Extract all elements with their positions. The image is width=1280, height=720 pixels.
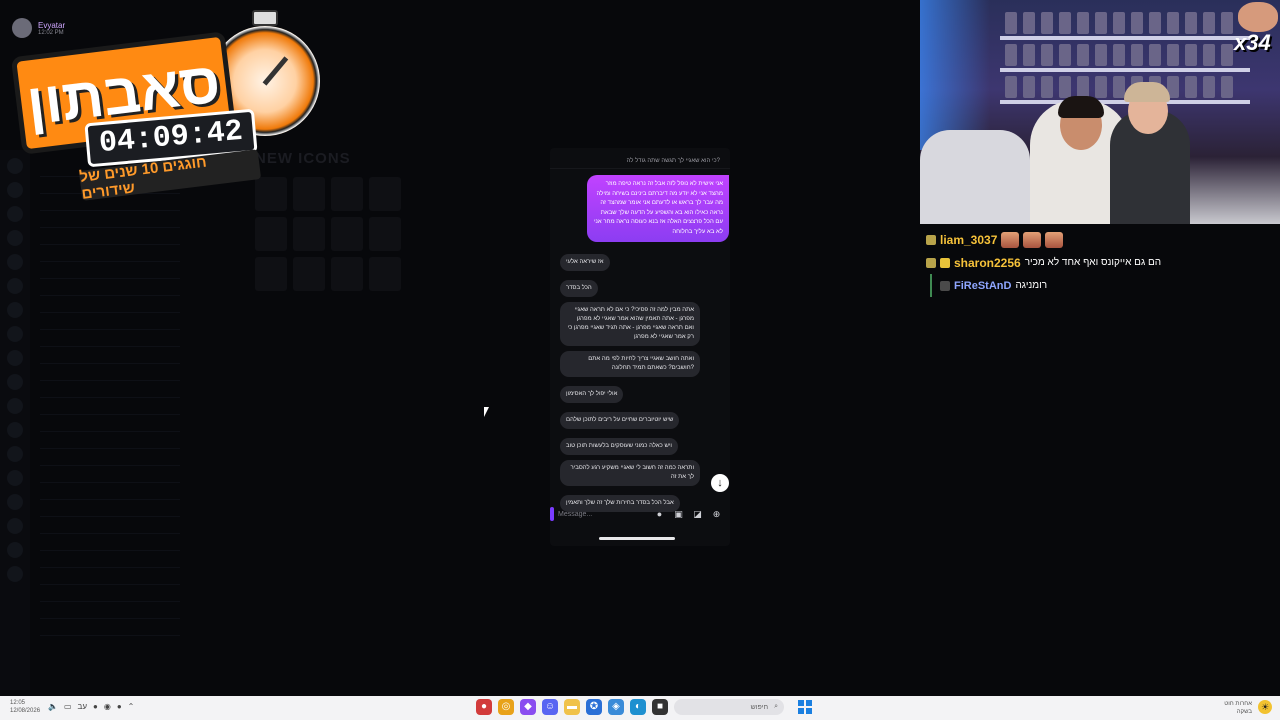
received-message: שיש יוטיוברים שחיים על ריבים לתוכן שלהם: [560, 412, 680, 429]
sticker-icon[interactable]: ◪: [692, 509, 703, 520]
emote-icon: [1045, 231, 1064, 248]
weather-icon[interactable]: ☀: [1258, 700, 1272, 714]
phone-chat-screen: כי הוא שאגיי לך תגשה שתה גודל לה? אני אי…: [550, 148, 730, 546]
badge-icon: [940, 280, 950, 291]
weather-line2: בשקה: [1236, 709, 1252, 715]
received-message: ויש כאלה כמוני שעוסקים בלעשות תוכן טוב: [560, 438, 678, 455]
chat-username[interactable]: FiReStAnD: [954, 280, 1011, 292]
webcam-feed: x34: [920, 0, 1280, 224]
received-message: ותראה כמה זה חשוב לי שאגיי משקיע רגע להס…: [560, 460, 700, 486]
subathon-badge: סאבתון 04:09:42 חוגגים 10 שנים של שידורי…: [10, 6, 322, 203]
received-message: אז שיראה אלעי: [560, 254, 610, 271]
message-composer[interactable]: Message... ● ▣ ◪ ⊕: [550, 504, 730, 524]
taskbar-clock[interactable]: 12:05 12/08/2026: [10, 699, 40, 715]
taskbar-apps: ● ◎ ◆ ☺ ▬ ✪ ◈ ◐ ■ חיפוש ⌕: [476, 699, 812, 715]
chat-text: הם גם אייקונס ואף אחד לא מכיר: [1024, 257, 1162, 268]
app-dark-icon[interactable]: ■: [652, 699, 668, 715]
chat-message: liam_3037: [920, 228, 1280, 251]
app-tray-icon[interactable]: ●: [117, 702, 122, 711]
badge-icon: [926, 234, 936, 245]
search-placeholder: חיפוש: [750, 703, 769, 711]
image-icon[interactable]: ▣: [673, 509, 684, 520]
background-channel-list: [0, 160, 210, 680]
clock-date: 12/08/2026: [10, 708, 41, 714]
chat-username[interactable]: sharon2256: [954, 256, 1021, 270]
multiplier-label: x34: [1234, 30, 1271, 55]
volume-icon[interactable]: 🔈: [48, 702, 58, 711]
badge-icon: [926, 257, 936, 268]
language-indicator[interactable]: עב: [78, 702, 87, 711]
start-icon[interactable]: [798, 700, 812, 714]
mouse-cursor-icon: [484, 407, 489, 417]
plus-icon[interactable]: ⊕: [711, 509, 722, 520]
app-blue-icon[interactable]: ◈: [608, 699, 624, 715]
chevron-up-icon[interactable]: ⌃: [128, 702, 135, 711]
clock-time: 12:05: [10, 700, 26, 706]
weather-line1: אחרות חוט: [1224, 701, 1252, 707]
mic-tray-icon[interactable]: ●: [93, 702, 98, 711]
taskbar: 12:05 12/08/2026 🔈 ▭ עב ● ◉ ● ⌃ ● ◎ ◆ ☺ …: [0, 696, 1280, 720]
discord-icon[interactable]: ☺: [542, 699, 558, 715]
face-sticker: [1238, 2, 1278, 32]
composer-indicator: [550, 507, 554, 521]
emote-icon: [1001, 231, 1020, 248]
chrome-icon[interactable]: ◎: [498, 699, 514, 715]
received-message: אולי יפול לך האסימון: [560, 386, 624, 403]
badge-icon: [940, 257, 950, 268]
weather-text[interactable]: אחרות חוט בשקה: [1224, 700, 1252, 716]
app-red-icon[interactable]: ●: [476, 699, 492, 715]
wifi-icon[interactable]: ◉: [104, 702, 111, 711]
home-indicator: [599, 537, 675, 540]
received-message: הכל בסדר: [560, 280, 598, 297]
scroll-down-icon[interactable]: ↓: [711, 474, 729, 492]
reply-preview: כי הוא שאגיי לך תגשה שתה גודל לה?: [550, 148, 730, 169]
stream-chat: liam_3037 sharon2256 הם גם אייקונס ואף א…: [920, 228, 1280, 297]
received-message: ואתה חושב שאגיי צריך לחיות לפי מה אתם חו…: [560, 351, 700, 377]
app-purple-icon[interactable]: ◆: [520, 699, 536, 715]
chat-message: FiReStAnD רומניגה: [930, 274, 1280, 297]
chat-message: sharon2256 הם גם אייקונס ואף אחד לא מכיר: [920, 251, 1280, 274]
edge-icon[interactable]: ◐: [630, 699, 646, 715]
display-icon[interactable]: ▭: [64, 702, 72, 711]
chat-text: רומניגה: [1015, 280, 1048, 291]
system-tray: 🔈 ▭ עב ● ◉ ● ⌃: [48, 702, 134, 711]
received-message: אתה מבין למה זה פסיכי? כי אם לא תראה שאג…: [560, 302, 700, 346]
sent-message: אני אישית לא נופל לזה אבל זה נראה טיפה מ…: [587, 175, 729, 242]
search-icon: ⌕: [774, 703, 778, 710]
folder-icon[interactable]: ▬: [564, 699, 580, 715]
message-input[interactable]: Message...: [558, 511, 654, 518]
received-messages: אז שיראה אלעי הכל בסדר אתה מבין למה זה פ…: [550, 250, 730, 517]
mic-icon[interactable]: ●: [654, 509, 665, 520]
search-box[interactable]: חיפוש ⌕: [674, 699, 784, 715]
chat-username[interactable]: liam_3037: [940, 233, 997, 247]
steam-icon[interactable]: ✪: [586, 699, 602, 715]
emote-icon: [1023, 231, 1042, 248]
